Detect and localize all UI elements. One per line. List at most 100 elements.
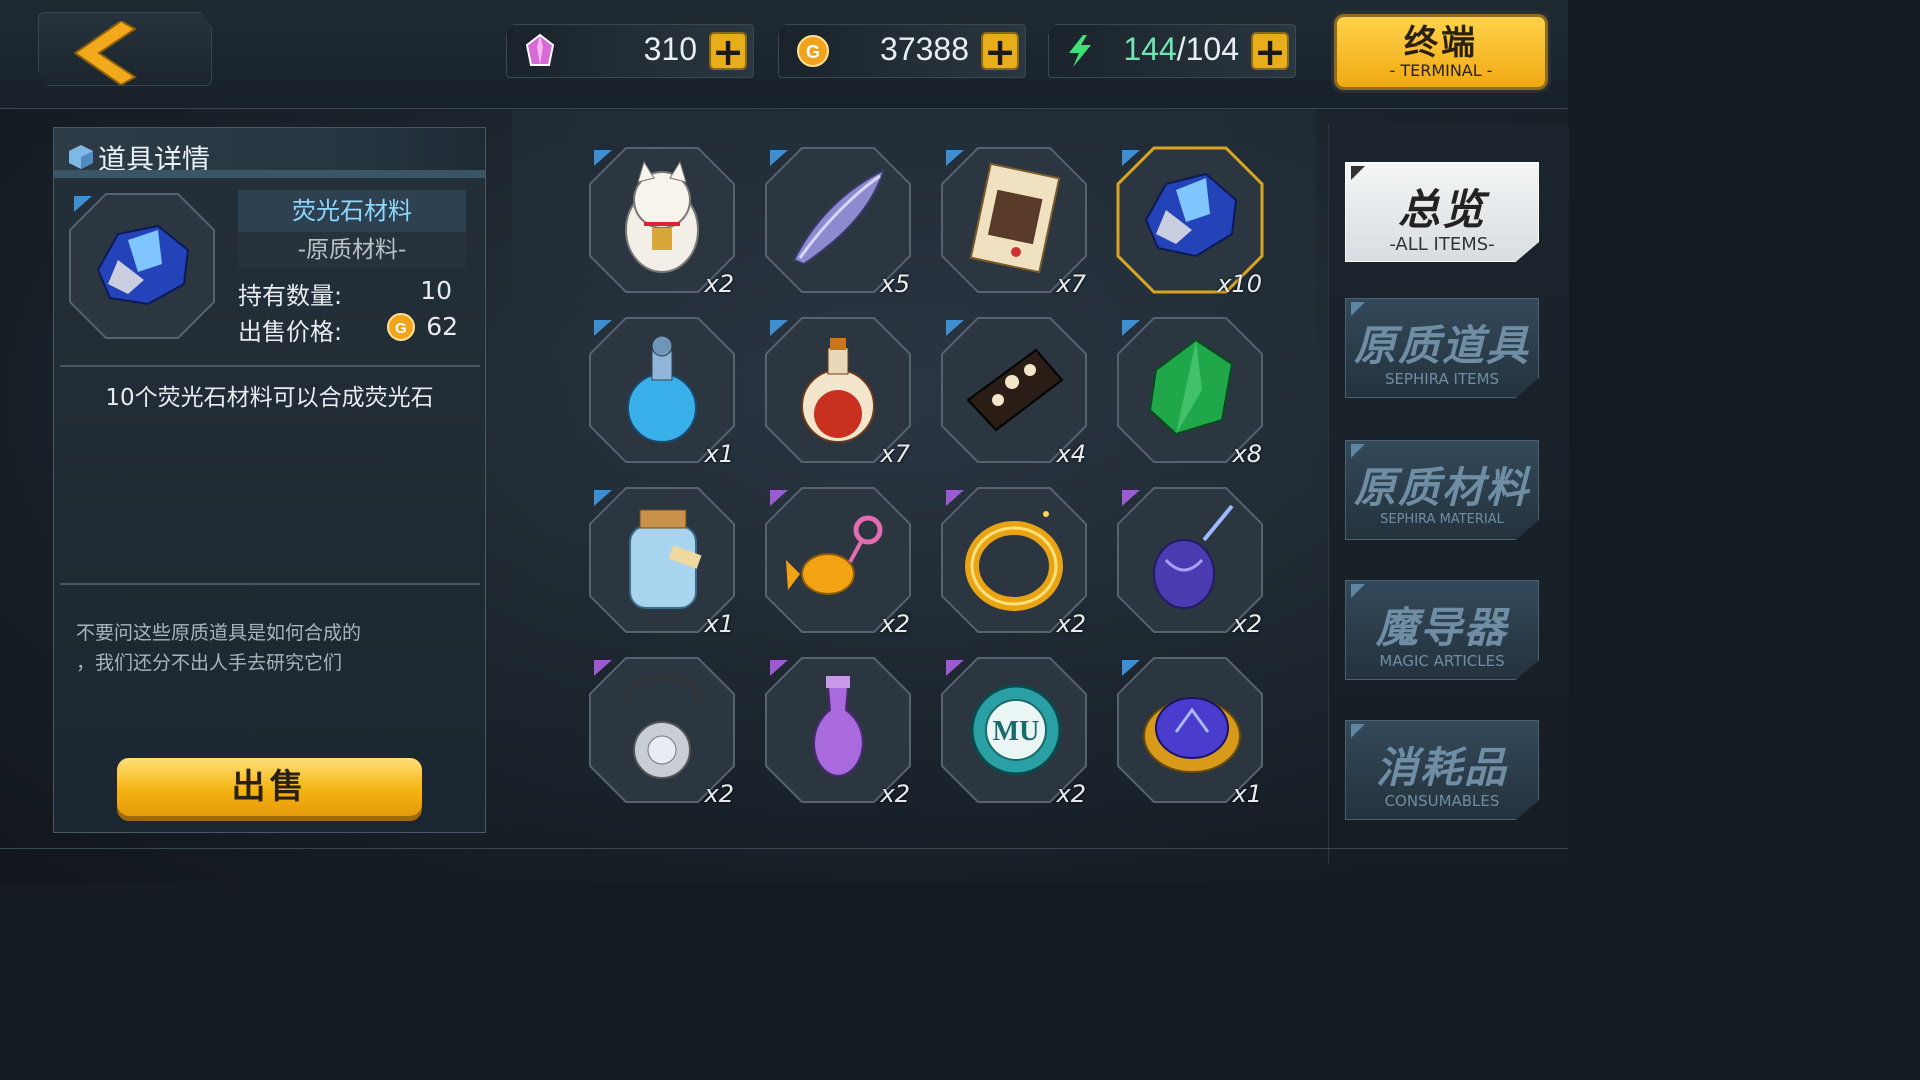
- back-button[interactable]: [38, 12, 212, 86]
- item-slot[interactable]: x1: [586, 314, 738, 468]
- add-gold-button[interactable]: +: [981, 32, 1019, 71]
- item-quantity: x8: [1232, 440, 1262, 468]
- item-slot[interactable]: x5: [762, 144, 914, 298]
- item-quantity: x4: [1056, 440, 1086, 468]
- price-value: 62: [426, 312, 458, 341]
- tab-label: 总览: [1397, 185, 1486, 234]
- add-energy-button[interactable]: +: [1251, 32, 1289, 71]
- item-slot[interactable]: x8: [1114, 314, 1266, 468]
- red-potion-icon: [801, 338, 875, 443]
- tab-sublabel: MAGIC ARTICLES: [1379, 652, 1505, 670]
- lucky-cat-icon: [625, 160, 699, 273]
- item-slot[interactable]: x1: [1114, 654, 1266, 808]
- tab-magic-articles[interactable]: 魔导器 MAGIC ARTICLES: [1345, 580, 1539, 680]
- gold-counter: G 37388 +: [778, 24, 1026, 78]
- selected-item-slot: [66, 190, 218, 342]
- tab-all-items[interactable]: 总览 -ALL ITEMS-: [1345, 162, 1539, 262]
- detail-header: 道具详情: [54, 128, 485, 178]
- item-slot[interactable]: x10: [1114, 144, 1266, 298]
- terminal-label: 终端: [1404, 23, 1478, 63]
- item-quantity: x7: [880, 440, 910, 468]
- gold-ring-icon: [965, 511, 1063, 611]
- item-description: 10个荧光石材料可以合成荧光石: [105, 385, 434, 411]
- bottom-divider: [0, 848, 1568, 849]
- feather-blade-icon: [792, 168, 886, 266]
- energy-value: 144/104: [1123, 31, 1239, 67]
- fluorite-ore-icon: [1144, 172, 1238, 258]
- energy-counter: 144/104 +: [1048, 24, 1296, 78]
- tab-label: 原质道具: [1353, 321, 1530, 370]
- item-slot[interactable]: x7: [938, 144, 1090, 298]
- divider: [60, 365, 480, 367]
- item-slot[interactable]: x1: [586, 484, 738, 638]
- crystal-counter: 310 +: [506, 24, 754, 78]
- item-quantity: x2: [1056, 610, 1086, 638]
- purple-pendant-icon: [1153, 504, 1234, 609]
- item-quantity: x1: [704, 610, 734, 638]
- terminal-button[interactable]: 终端 - TERMINAL -: [1334, 14, 1548, 90]
- price-label: 出售价格:: [238, 318, 343, 346]
- tab-label: 消耗品: [1375, 743, 1508, 792]
- tab-consumables[interactable]: 消耗品 CONSUMABLES: [1345, 720, 1539, 820]
- item-slot[interactable]: x2: [938, 484, 1090, 638]
- silver-locket-icon: [625, 676, 700, 779]
- item-quantity: x5: [880, 270, 910, 298]
- tab-label: 原质材料: [1353, 463, 1530, 512]
- owned-value: 10: [420, 276, 452, 305]
- item-slot[interactable]: x2: [586, 654, 738, 808]
- gold-value: 37388: [880, 31, 969, 67]
- item-quantity: x1: [1232, 780, 1262, 808]
- crystal-icon: [525, 33, 555, 66]
- svg-text:G: G: [806, 42, 820, 62]
- item-quantity: x2: [704, 780, 734, 808]
- item-quantity: x2: [880, 780, 910, 808]
- fluorite-ore-icon: [96, 224, 190, 306]
- category-sidebar: 总览 -ALL ITEMS- 原质道具 SEPHIRA ITEMS 原质材料 S…: [1328, 124, 1569, 864]
- blue-potion-icon: [627, 335, 697, 443]
- item-flavor-text: 不要问这些原质道具是如何合成的 ，我们还分不出人手去研究它们: [76, 622, 362, 674]
- item-slot[interactable]: MU x2: [938, 654, 1090, 808]
- tab-sephira-items[interactable]: 原质道具 SEPHIRA ITEMS: [1345, 298, 1539, 398]
- item-slot[interactable]: x7: [762, 314, 914, 468]
- terminal-sublabel: - TERMINAL -: [1389, 61, 1493, 80]
- tab-sublabel: SEPHIRA ITEMS: [1384, 370, 1500, 388]
- item-name: 荧光石材料: [238, 190, 466, 233]
- blue-gem-brooch-icon: [1143, 697, 1241, 773]
- item-quantity: x1: [704, 440, 734, 468]
- item-quantity: x7: [1056, 270, 1086, 298]
- crystal-value: 310: [643, 31, 697, 67]
- item-quantity: x2: [704, 270, 734, 298]
- item-quantity: x2: [1056, 780, 1086, 808]
- purple-vase-icon: [813, 676, 864, 778]
- owned-label: 持有数量:: [238, 282, 343, 310]
- item-slot[interactable]: x2: [762, 654, 914, 808]
- sell-button[interactable]: 出售: [117, 758, 422, 816]
- flower-comb-icon: [966, 348, 1064, 432]
- tab-sublabel: SEPHIRA MATERIAL: [1380, 512, 1504, 527]
- item-detail-panel: 道具详情 荧光石材料 -原质材料- 持有数量: 10 出售价格: G 62 10…: [53, 127, 486, 833]
- tab-sephira-material[interactable]: 原质材料 SEPHIRA MATERIAL: [1345, 440, 1539, 540]
- item-quantity: x10: [1217, 270, 1262, 298]
- item-slot[interactable]: x2: [762, 484, 914, 638]
- tab-sublabel: -ALL ITEMS-: [1389, 234, 1495, 255]
- item-slot[interactable]: x4: [938, 314, 1090, 468]
- university-badge-icon: MU: [970, 684, 1062, 776]
- divider: [60, 583, 480, 585]
- lightning-icon: [1069, 35, 1091, 67]
- svg-text:G: G: [395, 320, 407, 337]
- add-crystal-button[interactable]: +: [709, 32, 747, 71]
- item-quantity: x2: [1232, 610, 1262, 638]
- top-bar: 310 + G 37388 + 144/104 + 终端 - TERMINAL …: [0, 0, 1568, 109]
- item-quantity: x2: [880, 610, 910, 638]
- green-crystal-icon: [1148, 338, 1234, 436]
- svg-text:MU: MU: [993, 716, 1040, 747]
- tab-sublabel: CONSUMABLES: [1384, 792, 1500, 810]
- item-slot[interactable]: x2: [586, 144, 738, 298]
- portrait-card-icon: [969, 162, 1061, 274]
- goldfish-charm-icon: [786, 515, 883, 595]
- glass-jar-icon: [629, 509, 702, 609]
- cube-icon: [69, 145, 93, 169]
- item-slot[interactable]: x2: [1114, 484, 1266, 638]
- chevron-left-icon: [73, 21, 137, 85]
- tab-label: 魔导器: [1375, 603, 1508, 652]
